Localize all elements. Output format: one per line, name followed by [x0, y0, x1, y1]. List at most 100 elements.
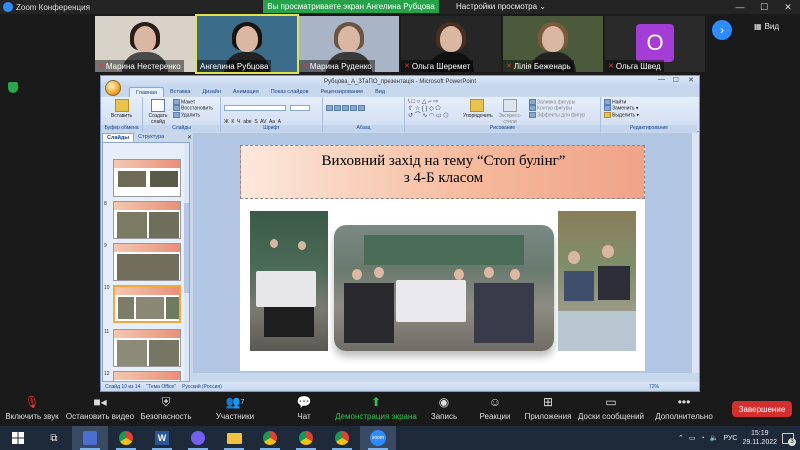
tab-insert[interactable]: Вставка: [164, 87, 196, 97]
participant-name: Марина Нестеренко: [105, 61, 181, 71]
slide-thumbnails[interactable]: 8 9 10 11 12: [102, 142, 190, 382]
taskbar-app-chrome-3[interactable]: [288, 426, 324, 450]
smiley-icon: ☺: [488, 395, 502, 409]
whiteboards-button[interactable]: ▭ Доски сообщений: [578, 395, 644, 421]
input-language[interactable]: РУС: [723, 435, 737, 442]
tray-chevron-icon[interactable]: ⌃: [678, 434, 684, 442]
slide-title-placeholder[interactable]: Виховний захід на тему “Стоп булінг” з 4…: [240, 145, 645, 199]
end-meeting-button[interactable]: Завершение: [732, 401, 792, 417]
next-page-button[interactable]: ›: [712, 20, 732, 40]
shape-effects-button[interactable]: Эффекты для фигур: [529, 111, 585, 118]
arrange-icon: [470, 99, 484, 112]
participant-tile-active[interactable]: Ангелина Рубцова: [195, 14, 299, 74]
participant-tile[interactable]: ✕ Ольга Шеремет: [401, 16, 501, 72]
view-button[interactable]: ▦ Вид: [754, 22, 779, 31]
slide-title-line1: Виховний захід на тему “Стоп булінг”: [321, 153, 566, 169]
office-button[interactable]: [105, 80, 121, 96]
paste-button[interactable]: Вставить: [104, 99, 139, 119]
clock-time: 15:19: [750, 430, 769, 437]
tab-slideshow[interactable]: Показ слайдов: [265, 87, 315, 97]
new-slide-icon: [151, 99, 165, 112]
tab-home[interactable]: Главная: [129, 87, 164, 97]
window-controls: — ☐ ✕: [728, 0, 800, 14]
new-slide-button[interactable]: Создать слайд: [146, 99, 170, 125]
clock[interactable]: 15:19 29.11.2022: [742, 429, 777, 447]
taskbar-app-zoom[interactable]: zoom: [360, 426, 396, 450]
font-name-field[interactable]: [224, 104, 286, 111]
volume-icon[interactable]: 🔈: [710, 434, 719, 442]
task-view-button[interactable]: ⧉: [36, 426, 72, 450]
language-indicator: Русский (Россия): [182, 383, 222, 390]
reactions-button[interactable]: ☺ Реакции: [474, 395, 516, 421]
apps-button[interactable]: ⊞ Приложения: [522, 395, 574, 421]
group-paragraph: Абзац: [323, 97, 405, 132]
tab-slides[interactable]: Слайды: [102, 133, 135, 142]
tab-review[interactable]: Рецензирование: [315, 87, 369, 97]
slide-thumbnail[interactable]: [113, 159, 181, 197]
security-button[interactable]: ⛨ Безопасность: [138, 395, 194, 422]
view-label: Вид: [764, 22, 780, 31]
ppt-maximize-icon[interactable]: ☐: [673, 76, 679, 84]
participant-tile[interactable]: О ✕ Ольга Швед: [605, 16, 705, 72]
notifications-button[interactable]: 3: [782, 432, 796, 446]
taskbar-app-save[interactable]: [72, 426, 108, 450]
record-button[interactable]: ◉ Запись: [426, 395, 462, 421]
view-settings-button[interactable]: Настройки просмотра ⌄: [451, 0, 551, 13]
taskbar-app-explorer[interactable]: [216, 426, 252, 450]
maximize-icon[interactable]: ☐: [752, 0, 776, 14]
slide-thumbnail[interactable]: [113, 243, 181, 281]
start-button[interactable]: [0, 426, 36, 450]
ppt-close-icon[interactable]: ✕: [688, 76, 694, 84]
word-icon: W: [155, 431, 169, 445]
participant-tile[interactable]: ✕ Марина Нестеренко: [95, 16, 195, 72]
minimize-icon[interactable]: —: [728, 0, 752, 14]
viber-icon: [191, 431, 205, 445]
security-shield-icon[interactable]: [8, 82, 18, 93]
battery-icon[interactable]: ▭: [689, 434, 696, 442]
group-clipboard: Вставить Буфер обмена: [101, 97, 143, 132]
taskbar-app-chrome-4[interactable]: [324, 426, 360, 450]
tab-animation[interactable]: Анимация: [227, 87, 265, 97]
panel-close-icon[interactable]: ✕: [187, 134, 192, 141]
participant-tile[interactable]: ✕ Лілія Беженарь: [503, 16, 603, 72]
tab-view[interactable]: Вид: [369, 87, 391, 97]
more-button[interactable]: ••• Дополнительно: [650, 395, 718, 421]
taskbar-app-chrome[interactable]: [108, 426, 144, 450]
ribbon: Вставить Буфер обмена Создать слайд Маке…: [101, 97, 699, 132]
select-button[interactable]: Выделить ▾: [604, 111, 694, 118]
shapes-gallery[interactable]: \ □ ○ △ ⌐ ⇨ ⇧ ☆ { } ◇ ⬠ ↺ ⌒ ∿ ◠ ▭ ⬡: [408, 99, 460, 125]
system-tray: ⌃ ▭ ◔ 🔈 РУС 15:19 29.11.2022 3: [678, 426, 800, 450]
participants-count: 7: [240, 398, 245, 406]
slide-thumbnail[interactable]: [113, 201, 181, 239]
thumbnail-scrollbar[interactable]: [184, 143, 189, 381]
participant-name: Ольга Швед: [615, 61, 661, 71]
slide-thumbnail[interactable]: [113, 371, 181, 381]
arrange-button[interactable]: Упорядочить: [463, 99, 493, 125]
chat-bubble-icon: 💬: [296, 395, 312, 409]
unmute-button[interactable]: 🎙 Включить звук: [4, 395, 60, 421]
zoom-level[interactable]: 72%: [649, 384, 659, 390]
network-icon[interactable]: ◔: [701, 435, 705, 442]
taskbar-app-viber[interactable]: [180, 426, 216, 450]
font-size-field[interactable]: [290, 104, 311, 111]
participants-button[interactable]: 👥 7 Участники: [212, 395, 258, 421]
slide-scrollbar[interactable]: [692, 133, 699, 373]
slide-thumbnail-selected[interactable]: [113, 285, 181, 323]
delete-slide-button[interactable]: Удалить: [173, 111, 213, 118]
stop-video-button[interactable]: ■◂ Остановить видео: [64, 395, 136, 421]
quick-styles-button[interactable]: Экспресс-стили: [494, 99, 526, 125]
chat-button[interactable]: 💬 Чат: [288, 395, 320, 421]
chevron-down-icon: ⌄: [537, 2, 546, 11]
close-icon[interactable]: ✕: [776, 0, 800, 14]
chrome-icon: [335, 431, 349, 445]
taskbar-app-word[interactable]: W: [144, 426, 180, 450]
tab-outline[interactable]: Структура: [134, 133, 168, 142]
tab-design[interactable]: Дизайн: [196, 87, 227, 97]
quick-styles-icon: [503, 99, 517, 112]
share-screen-button[interactable]: ⬆ Демонстрация экрана: [334, 395, 418, 421]
taskbar-app-chrome-2[interactable]: [252, 426, 288, 450]
group-label: Шрифт: [221, 125, 322, 132]
slide-thumbnail[interactable]: [113, 329, 181, 367]
participant-tile[interactable]: ✕ Марина Руденко: [299, 16, 399, 72]
ppt-minimize-icon[interactable]: —: [658, 76, 665, 83]
